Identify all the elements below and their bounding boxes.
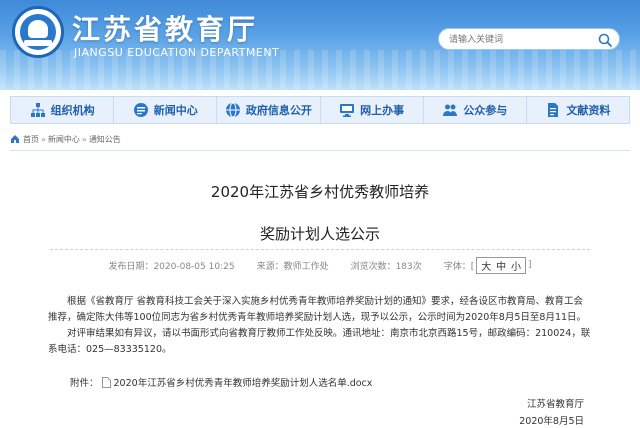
nav-item-gov-info[interactable]: 政府信息公开 [217, 97, 321, 123]
nav-item-online-service[interactable]: 网上办事 [321, 97, 424, 123]
font-size-medium-button[interactable]: 中 [495, 262, 507, 273]
file-icon [101, 376, 111, 388]
signature-org: 江苏省教育厅 [526, 399, 584, 410]
main-nav: 组织机构 新闻中心 政府信息公开 网上办事 公众参与 文献资料 [10, 96, 630, 124]
nav-label: 组织机构 [50, 104, 95, 117]
nav-label: 公众参与 [463, 104, 508, 117]
search-box [438, 28, 620, 50]
font-size-options: 大 中 小 [476, 256, 527, 274]
article-meta: 发布日期：2020-08-05 10:25 来源：教师工作处 浏览次数：183次… [10, 256, 630, 274]
article-paragraph-1: 根据《省教育厅 省教育科技工会关于深入实施乡村优秀青年教师培养奖励计划的通知》要… [48, 296, 587, 323]
nav-item-organization[interactable]: 组织机构 [11, 97, 115, 123]
signature-date: 2020年8月5日 [519, 416, 584, 427]
title-divider [50, 249, 590, 250]
font-size-label: 字体：[ [443, 261, 475, 272]
search-icon[interactable] [597, 32, 613, 48]
nav-item-documents[interactable]: 文献资料 [527, 97, 629, 123]
publish-date: 发布日期：2020-08-05 10:25 [108, 261, 235, 272]
nav-label: 文献资料 [566, 104, 611, 117]
font-size-close: ] [528, 260, 532, 270]
search-input[interactable] [449, 32, 589, 48]
article-container: 2020年江苏省乡村优秀教师培养 奖励计划人选公示 发布日期：2020-08-0… [10, 150, 630, 428]
breadcrumb-separator: » [41, 134, 46, 144]
site-title: 江苏省教育厅 [72, 13, 259, 46]
nav-item-news[interactable]: 新闻中心 [114, 97, 218, 123]
attachment-row: 附件： 2020年江苏省乡村优秀青年教师培养奖励计划人选名单.docx [70, 375, 372, 389]
document-icon [548, 103, 559, 117]
breadcrumb: 首页 » 新闻中心 » 通知公告 [10, 131, 121, 147]
breadcrumb-notices[interactable]: 通知公告 [89, 134, 121, 145]
monitor-icon [340, 104, 355, 117]
breadcrumb-home[interactable]: 首页 [23, 134, 39, 145]
font-size-large-button[interactable]: 大 [480, 262, 492, 273]
news-icon [133, 103, 148, 117]
article-paragraph-2: 对评审结果如有异议，请以书面形式向省教育厅教师工作处反映。通讯地址：南京市北京西… [48, 328, 591, 355]
article-title-line2: 奖励计划人选公示 [259, 225, 380, 243]
globe-icon [225, 102, 240, 118]
nav-label: 网上办事 [360, 104, 405, 117]
font-size-switcher: 字体：[ 大 中 小 ] [443, 256, 532, 274]
attachment-link[interactable]: 2020年江苏省乡村优秀青年教师培养奖励计划人选名单.docx [114, 375, 373, 389]
font-size-small-button[interactable]: 小 [510, 262, 522, 273]
view-count: 浏览次数：183次 [350, 261, 422, 272]
site-header: 江苏省教育厅 JIANGSU EDUCATION DEPARTMENT [0, 0, 640, 90]
nav-item-public-participation[interactable]: 公众参与 [424, 97, 527, 123]
home-icon [11, 135, 19, 143]
breadcrumb-separator: » [81, 134, 87, 144]
site-subtitle: JIANGSU EDUCATION DEPARTMENT [74, 46, 280, 59]
breadcrumb-news[interactable]: 新闻中心 [48, 134, 80, 145]
org-chart-icon [30, 103, 45, 117]
article-source: 来源：教师工作处 [256, 261, 329, 272]
site-logo[interactable] [12, 6, 64, 58]
nav-label: 政府信息公开 [245, 104, 312, 117]
nav-label: 新闻中心 [153, 104, 198, 117]
article-title-line1: 2020年江苏省乡村优秀教师培养 [210, 183, 430, 201]
logo-emblem-icon [20, 14, 56, 50]
people-icon [443, 104, 458, 116]
attachment-label: 附件： [70, 378, 99, 389]
